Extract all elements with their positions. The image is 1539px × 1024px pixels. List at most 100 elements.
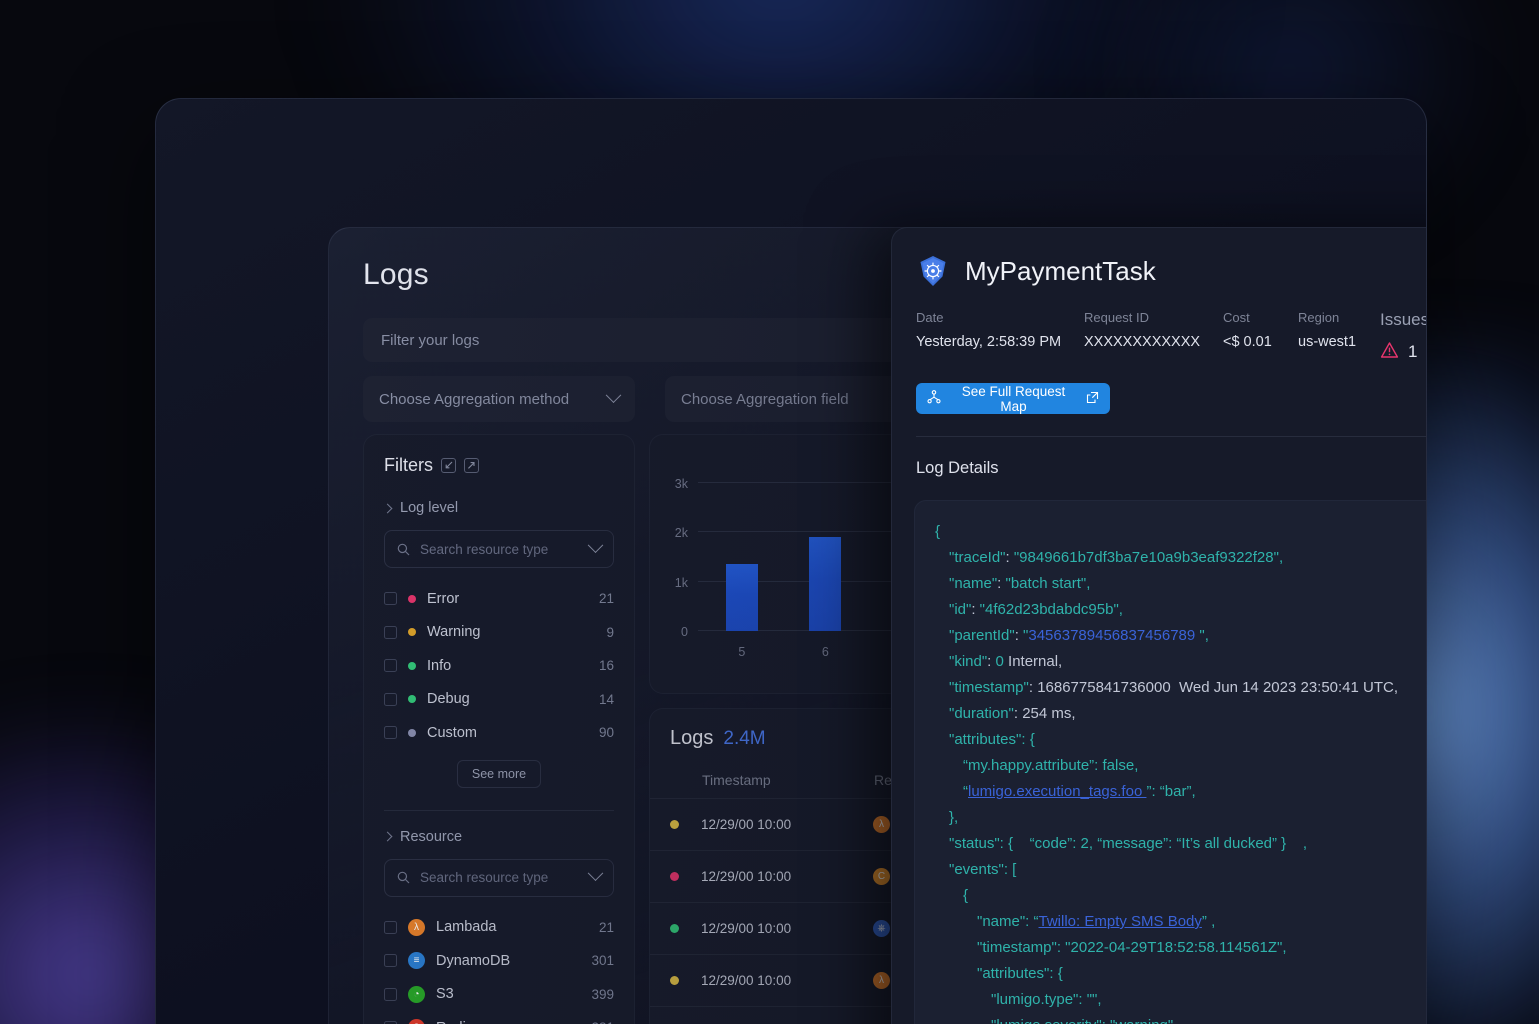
json-line: "attributes": { — [935, 961, 1427, 987]
filter-label: Redis — [436, 1020, 580, 1024]
resource-type-search-input[interactable]: Search resource type — [384, 530, 614, 568]
filter-checkbox[interactable] — [384, 626, 397, 639]
chart-x-tick-label: 5 — [700, 645, 784, 659]
json-line: “lumigo.execution_tags.foo ”: “bar”, — [935, 779, 1427, 805]
filter-count: 14 — [599, 692, 614, 707]
chart-bar-cell — [784, 483, 868, 631]
resource-icon: λ — [873, 972, 890, 989]
filter-checkbox[interactable] — [384, 988, 397, 1001]
meta-cost: Cost <$ 0.01 — [1223, 310, 1298, 350]
chart-y-tick-label: 1k — [666, 576, 688, 590]
logs-table-title: Logs — [670, 727, 713, 750]
filter-groups: Log level Search resource type Error21Warn… — [384, 500, 614, 1024]
filter-label: Debug — [427, 691, 588, 707]
filter-group-resource: Resource Search resource type λLambada21≡D… — [384, 829, 614, 1024]
detail-header: MyPaymentTask Date Yesterday, 2:58:39 PM… — [892, 228, 1427, 437]
severity-dot — [408, 662, 416, 670]
filter-row[interactable]: ◉Redis381 — [384, 1011, 614, 1024]
chart-bar[interactable] — [809, 537, 841, 631]
meta-request-id-label: Request ID — [1084, 310, 1223, 325]
collapse-all-icon[interactable] — [441, 458, 456, 473]
meta-region-label: Region — [1298, 310, 1380, 325]
filter-checkbox[interactable] — [384, 659, 397, 672]
chart-y-tick-label: 2k — [666, 526, 688, 540]
filter-checkbox[interactable] — [384, 921, 397, 934]
json-line: "duration": 254 ms, — [935, 701, 1427, 727]
meta-cost-value: <$ 0.01 — [1223, 334, 1298, 350]
filter-checkbox[interactable] — [384, 726, 397, 739]
resource-icon: ◔ — [408, 986, 425, 1003]
filter-label: Info — [427, 658, 588, 674]
aggregation-field-label: Choose Aggregation field — [681, 391, 849, 408]
resource-icon: C — [873, 868, 890, 885]
logs-filter-placeholder: Filter your logs — [381, 332, 479, 349]
filter-count: 399 — [591, 987, 614, 1002]
filter-count: 301 — [591, 953, 614, 968]
row-severity-dot — [670, 976, 679, 985]
filter-group-header[interactable]: Log level — [384, 500, 614, 516]
filter-count: 21 — [599, 591, 614, 606]
page-title: Logs — [363, 258, 429, 292]
filter-checkbox[interactable] — [384, 954, 397, 967]
filter-row[interactable]: Error21 — [384, 582, 614, 616]
detail-title: MyPaymentTask — [965, 256, 1156, 287]
device-frame: Logs Filter your logs Choose Aggregation… — [155, 98, 1427, 1024]
chart-y-tick-label: 0 — [666, 625, 688, 639]
chart-bar[interactable] — [726, 564, 758, 631]
filter-checkbox[interactable] — [384, 693, 397, 706]
filter-count: 9 — [606, 625, 614, 640]
json-line: "name": "batch start", — [935, 571, 1427, 597]
aggregation-method-select[interactable]: Choose Aggregation method — [363, 376, 635, 422]
kubernetes-icon — [916, 254, 950, 288]
filter-row[interactable]: Custom 90 — [384, 716, 614, 750]
row-timestamp: 12/29/00 10:00 — [701, 973, 873, 988]
external-link-icon — [1086, 391, 1099, 407]
filter-row[interactable]: λLambada21 — [384, 911, 614, 945]
resource-icon: ≡ — [408, 952, 425, 969]
filter-count: 16 — [599, 658, 614, 673]
search-placeholder: Search resource type — [420, 542, 580, 557]
chevron-right-icon — [383, 503, 393, 513]
meta-date-value: Yesterday, 2:58:39 PM — [916, 334, 1084, 350]
chevron-right-icon — [383, 832, 393, 842]
meta-issues: Issues 1 — [1380, 310, 1427, 363]
logs-table-count: 2.4M — [723, 728, 765, 750]
meta-request-id: Request ID XXXXXXXXXXXX — [1084, 310, 1223, 350]
expand-all-icon[interactable] — [464, 458, 479, 473]
row-timestamp: 12/29/00 10:00 — [701, 869, 873, 884]
search-icon — [397, 543, 410, 556]
severity-dot — [408, 729, 416, 737]
json-line: { — [935, 519, 1427, 545]
see-more-button[interactable]: See more — [457, 760, 541, 788]
json-line: "events": [ — [935, 857, 1427, 883]
filter-row[interactable]: Debug 14 — [384, 683, 614, 717]
resource-type-search-input[interactable]: Search resource type — [384, 859, 614, 897]
json-line: "status": { “code”: 2, “message”: “It’s … — [935, 831, 1427, 857]
filter-row[interactable]: ◔S3399 — [384, 978, 614, 1012]
log-details-json[interactable]: {"traceId": "9849661b7df3ba7e10a9b3eaf93… — [914, 500, 1427, 1024]
filter-count: 90 — [599, 725, 614, 740]
json-line: “my.happy.attribute”: false, — [935, 753, 1427, 779]
filter-row[interactable]: ≡DynamoDB301 — [384, 944, 614, 978]
json-line: "parentId": "34563789456837456789 ", — [935, 623, 1427, 649]
filter-label: Custom — [427, 725, 588, 741]
filter-row[interactable]: Info 16 — [384, 649, 614, 683]
chart-bar-cell — [700, 483, 784, 631]
filter-group-label: Resource — [400, 829, 462, 845]
see-full-request-map-button[interactable]: See Full Request Map — [916, 383, 1110, 414]
resource-icon: λ — [873, 816, 890, 833]
column-header-timestamp: Timestamp — [702, 772, 874, 788]
meta-region: Region us-west1 — [1298, 310, 1380, 350]
filter-checkbox[interactable] — [384, 592, 397, 605]
filter-group-header[interactable]: Resource — [384, 829, 614, 845]
filter-row[interactable]: Warning9 — [384, 616, 614, 650]
json-line: "lumigo.severity": "warning" — [935, 1013, 1427, 1024]
search-icon — [397, 871, 410, 884]
row-severity-dot — [670, 820, 679, 829]
chevron-down-icon — [588, 537, 604, 553]
meta-request-id-value: XXXXXXXXXXXX — [1084, 334, 1223, 350]
meta-date: Date Yesterday, 2:58:39 PM — [916, 310, 1084, 350]
log-details-section-title: Log Details — [892, 437, 1427, 478]
severity-dot — [408, 628, 416, 636]
screenshot-stage: Logs Filter your logs Choose Aggregation… — [0, 0, 1539, 1024]
